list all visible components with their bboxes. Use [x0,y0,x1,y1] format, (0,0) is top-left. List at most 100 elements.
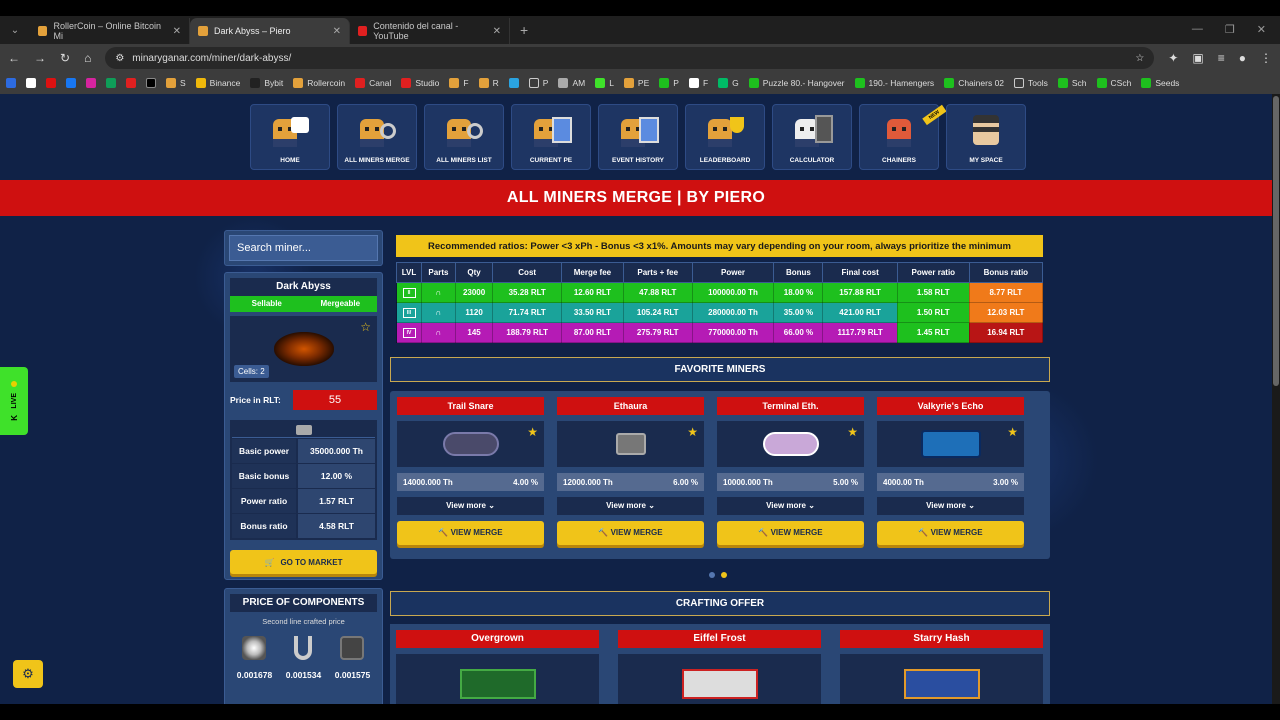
nav-event-history[interactable]: EVENT HISTORY [598,104,678,170]
bookmark-item[interactable]: Canal [355,78,391,88]
browser-tab-dark-abyss[interactable]: Dark Abyss – Piero ✕ [190,18,350,44]
carousel-dot-active[interactable] [721,572,727,578]
crafting-card[interactable]: Starry Hash [840,630,1043,704]
view-merge-button[interactable]: 🔨 VIEW MERGE [397,521,544,545]
close-window-icon[interactable]: ✕ [1257,23,1266,36]
bookmark-item[interactable]: Sch [1057,78,1087,88]
bookmark-item[interactable]: Seeds [1141,78,1179,88]
view-more-button[interactable]: View more ⌄ [397,497,544,515]
favorite-star-icon[interactable]: ★ [687,425,698,439]
nav-all-miners-merge[interactable]: ALL MINERS MERGE [337,104,417,170]
puzzle-icon[interactable]: ▣ [1192,51,1203,65]
favorite-star-icon[interactable]: ★ [1007,425,1018,439]
bookmark-telegram[interactable] [508,78,519,88]
favorite-star-icon[interactable]: ☆ [360,320,371,334]
bookmark-item[interactable]: Binance [195,78,240,88]
go-to-market-button[interactable]: 🛒 GO TO MARKET [230,550,377,574]
tab-search-icon[interactable]: ⌄ [0,25,30,44]
level-badge: III [402,308,416,318]
new-badge: NEW [922,105,947,126]
nav-current-pe[interactable]: CURRENT PE [511,104,591,170]
bookmark-item[interactable]: AM [558,78,585,88]
bookmark-drive[interactable] [106,78,116,88]
live-label: LIVE [10,393,18,409]
settings-button[interactable]: ⚙ [13,660,43,688]
list-icon [530,113,572,151]
carousel-dot[interactable] [709,572,715,578]
nav-home[interactable]: HOME [250,104,330,170]
favorite-star-icon[interactable]: ★ [527,425,538,439]
bookmark-item[interactable]: P [659,78,679,88]
bookmark-item[interactable]: Chainers 02 [944,78,1004,88]
bookmark-netflix[interactable] [46,78,56,88]
crafting-card[interactable]: Overgrown [396,630,599,704]
stats-toggle[interactable] [232,422,375,438]
nav-all-miners-list[interactable]: ALL MINERS LIST [424,104,504,170]
column-header: Parts [421,262,456,283]
bookmark-item[interactable]: Studio [401,78,439,88]
site-info-icon[interactable]: ⚙ [115,53,124,64]
bookmark-app-2[interactable] [26,78,36,88]
bookmark-facebook[interactable] [66,78,76,88]
bookmark-item[interactable]: F [449,78,469,88]
live-tab[interactable]: LIVE K [0,367,28,435]
view-merge-button[interactable]: 🔨 VIEW MERGE [557,521,704,545]
bookmark-item[interactable]: Puzzle 80.- Hangover [748,78,845,88]
browser-tab-rollercoin[interactable]: RollerCoin – Online Bitcoin Mi ✕ [30,18,190,44]
close-tab-icon[interactable]: ✕ [173,26,181,37]
profile-icon[interactable]: ● [1239,51,1246,65]
view-more-button[interactable]: View more ⌄ [877,497,1024,515]
reload-icon[interactable]: ↻ [60,51,70,65]
crafting-card[interactable]: Eiffel Frost [618,630,821,704]
table-cell: 16.94 RLT [968,322,1044,343]
bookmark-item[interactable]: L [595,78,614,88]
favorite-star-icon[interactable]: ★ [847,425,858,439]
media-icon[interactable]: ≡ [1218,51,1225,65]
view-merge-button[interactable]: 🔨 VIEW MERGE [877,521,1024,545]
bookmark-folder[interactable]: Tools [1014,78,1048,88]
bookmark-item[interactable]: F [688,78,708,88]
nav-label: ALL MINERS LIST [436,157,492,164]
bookmark-item[interactable]: PE [623,78,649,88]
bookmark-youtube[interactable] [126,78,136,88]
table-cell: 8.77 RLT [968,282,1044,303]
bookmark-app-1[interactable] [6,78,16,88]
home-browser-icon[interactable]: ⌂ [84,51,91,65]
bookmark-item[interactable]: CSch [1096,78,1131,88]
nav-chainers[interactable]: NEW CHAINERS [859,104,947,170]
nav-my-space[interactable]: MY SPACE [946,104,1026,170]
bookmark-item[interactable]: R [478,78,499,88]
miner-image: Cells: 2 ☆ [230,316,377,382]
back-icon[interactable]: ← [8,51,20,65]
browser-tab-youtube[interactable]: Contenido del canal - YouTube ✕ [350,18,510,44]
menu-icon[interactable]: ⋮ [1260,51,1272,65]
minimize-icon[interactable]: — [1192,23,1203,36]
view-more-button[interactable]: View more ⌄ [557,497,704,515]
bookmark-item[interactable]: 190.- Hamengers [854,78,934,88]
nav-calculator[interactable]: CALCULATOR [772,104,852,170]
url-field[interactable]: ⚙ minaryganar.com/miner/dark-abyss/ ☆ [105,47,1155,69]
scrollbar-thumb[interactable] [1273,96,1279,386]
bookmark-item[interactable]: P [528,78,548,88]
forward-icon[interactable]: → [34,51,46,65]
miner-power: 14000.000 Th [403,477,453,487]
table-row: II ∩ 23000 35.28 RLT 12.60 RLT 47.88 RLT… [396,282,1044,303]
new-tab-icon[interactable]: + [510,22,538,44]
bookmark-instagram[interactable] [86,78,96,88]
bookmark-item[interactable]: G [718,78,739,88]
bookmark-item[interactable]: Bybit [250,78,283,88]
close-tab-icon[interactable]: ✕ [493,26,501,37]
parts-wire-icon: ∩ [421,322,456,343]
maximize-icon[interactable]: ❐ [1225,23,1235,36]
search-input[interactable] [229,235,378,261]
nav-leaderboard[interactable]: LEADERBOARD [685,104,765,170]
page-scrollbar[interactable] [1272,94,1280,704]
view-more-button[interactable]: View more ⌄ [717,497,864,515]
view-merge-button[interactable]: 🔨 VIEW MERGE [717,521,864,545]
bookmark-x[interactable] [146,78,156,88]
bookmark-item[interactable]: Rollercoin [293,78,345,88]
close-tab-icon[interactable]: ✕ [333,26,341,37]
bookmark-item[interactable]: S [166,78,186,88]
bookmark-star-icon[interactable]: ☆ [1135,53,1144,64]
extension-icon[interactable]: ✦ [1168,51,1178,65]
